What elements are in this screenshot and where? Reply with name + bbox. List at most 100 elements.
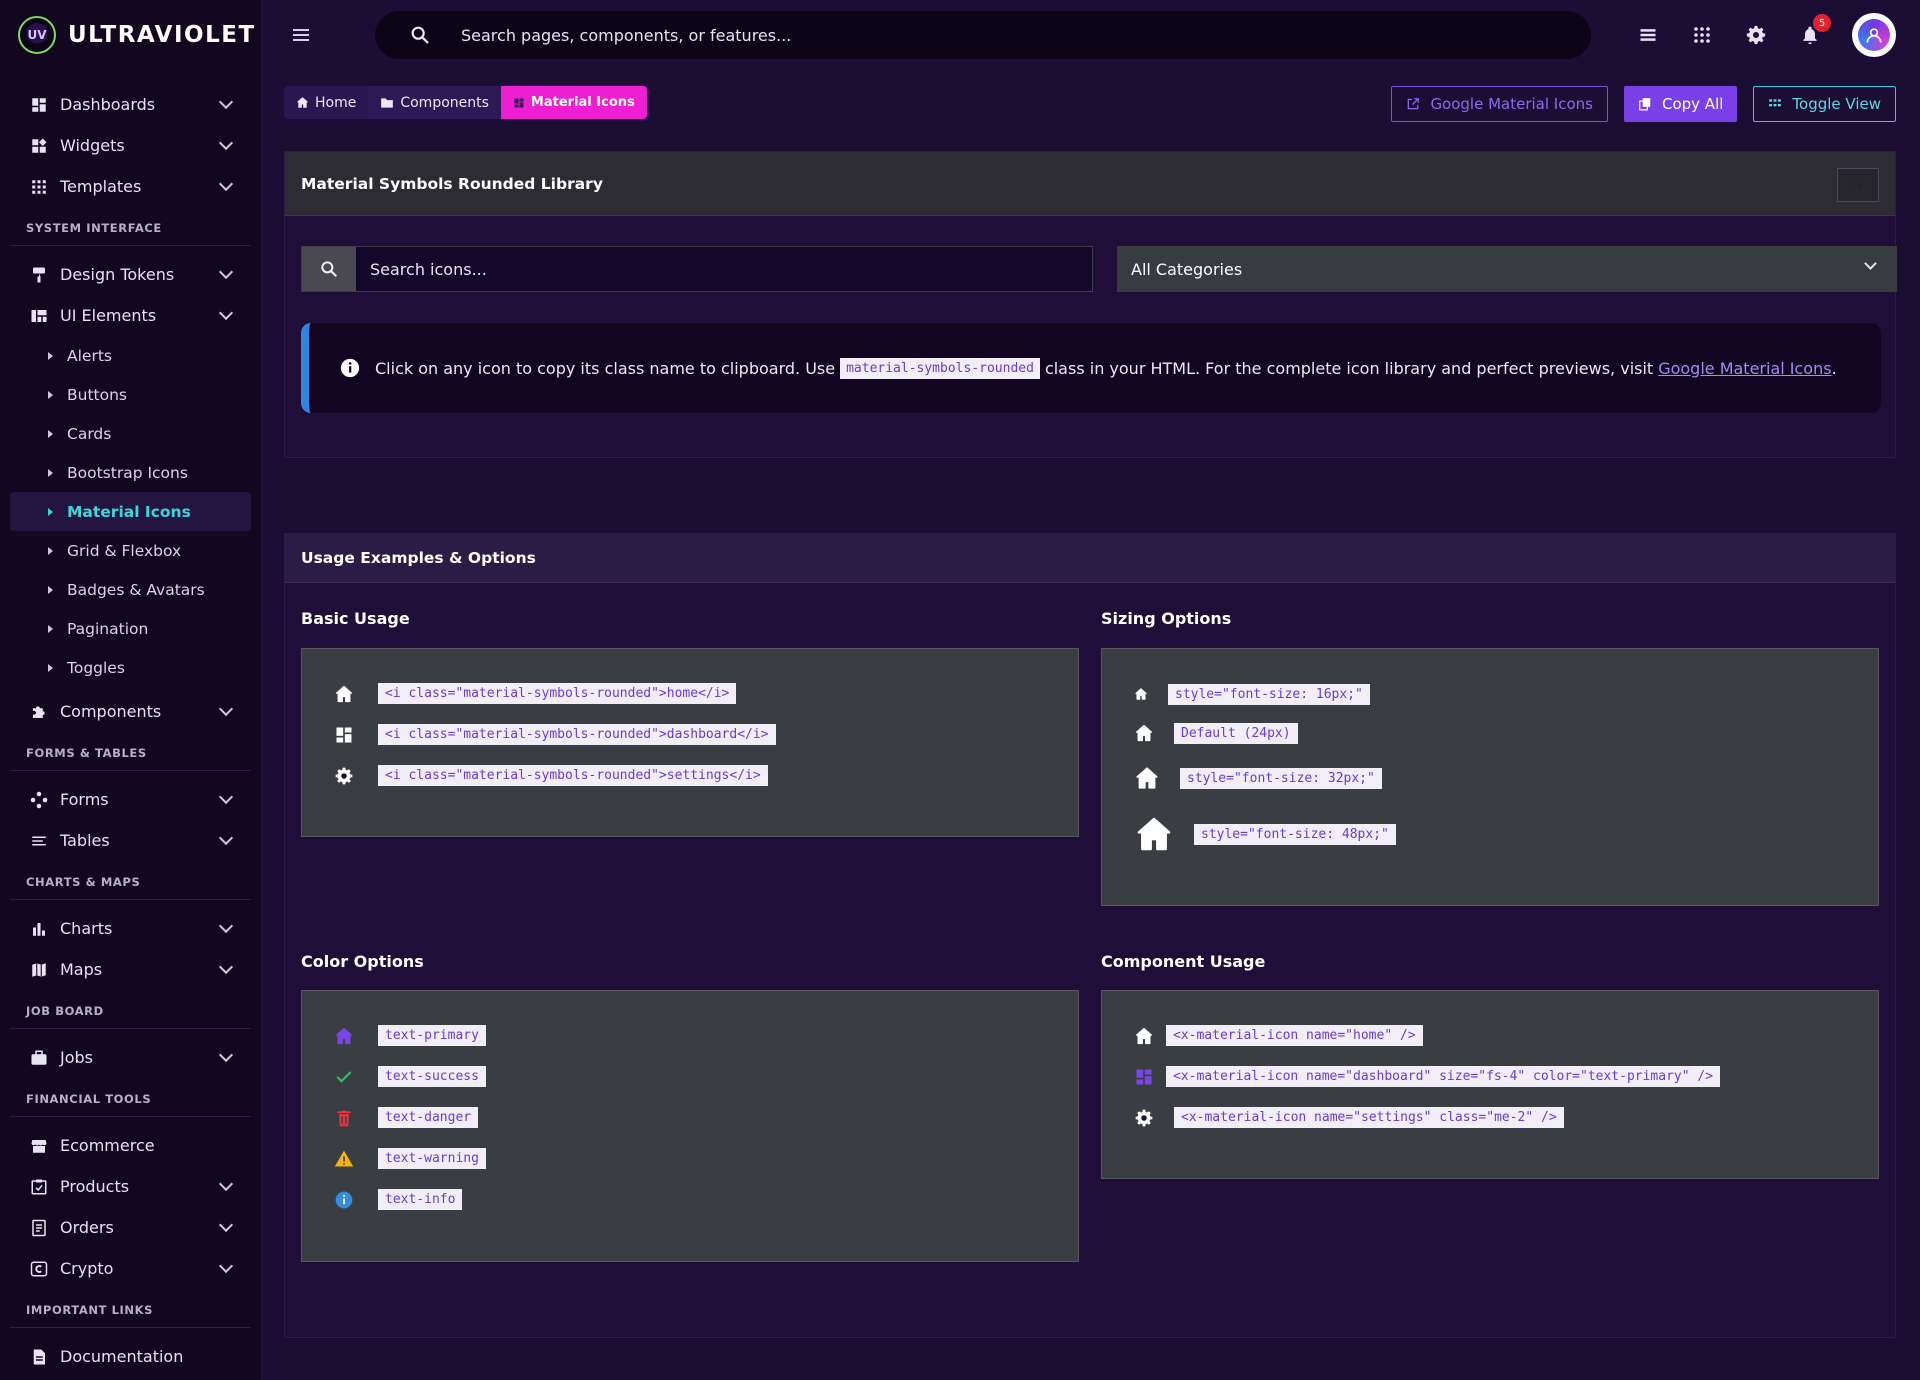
category-select[interactable]: All Categories: [1117, 246, 1897, 292]
copy-all-button[interactable]: Copy All: [1623, 86, 1738, 122]
caret-right-icon: [48, 546, 53, 555]
home-icon: [1134, 1026, 1154, 1046]
sidebar-item-label: Charts: [60, 919, 113, 938]
section-system-interface: SYSTEM INTERFACE: [10, 207, 251, 246]
color-row-info[interactable]: text-info: [334, 1189, 463, 1210]
sizing-row-16[interactable]: style="font-size: 16px;": [1134, 681, 1370, 707]
sidebar-item-forms[interactable]: Forms: [10, 779, 251, 820]
sidebar-item-ecommerce[interactable]: Ecommerce: [10, 1125, 251, 1166]
sidebar-sub-pagination[interactable]: Pagination: [10, 609, 251, 648]
caret-right-icon: [48, 507, 53, 516]
sizing-row-48[interactable]: style="font-size: 48px;": [1134, 812, 1396, 856]
sidebar-sub-bootstrap-icons[interactable]: Bootstrap Icons: [10, 453, 251, 492]
section-forms-tables: FORMS & TABLES: [10, 732, 251, 771]
sidebar-item-components[interactable]: Components: [10, 691, 251, 732]
notifications-icon[interactable]: 5: [1798, 14, 1831, 47]
section-job-board: JOB BOARD: [10, 990, 251, 1029]
icon-library-card: Material Symbols Rounded Library Search …: [284, 151, 1897, 458]
caret-right-icon: [48, 429, 53, 438]
sidebar-item-templates[interactable]: Templates: [10, 166, 251, 207]
grid-view-icon: [1769, 99, 1782, 107]
sidebar-item-ui-elements[interactable]: UI Elements: [10, 295, 251, 336]
color-row-primary[interactable]: text-primary: [334, 1025, 486, 1046]
sidebar-item-crypto[interactable]: Crypto: [10, 1248, 251, 1289]
format-paint-icon: [28, 264, 50, 286]
sidebar-sub-material-icons[interactable]: Material Icons: [10, 492, 251, 531]
basic-usage-title: Basic Usage: [301, 609, 410, 628]
sidebar-item-dashboards[interactable]: Dashboards: [10, 84, 251, 125]
apps-icon[interactable]: [1690, 23, 1714, 47]
icon-search-button[interactable]: [302, 247, 356, 291]
sidebar-sub-toggles[interactable]: Toggles: [10, 648, 251, 687]
google-material-icons-button[interactable]: Google Material Icons: [1391, 86, 1608, 122]
sidebar-item-label: Components: [60, 702, 162, 721]
alert-code: material-symbols-rounded: [840, 357, 1040, 379]
color-row-success[interactable]: text-success: [334, 1066, 486, 1087]
sidebar-item-orders[interactable]: Orders: [10, 1207, 251, 1248]
sidebar-sub-alerts[interactable]: Alerts: [10, 336, 251, 375]
color-row-warning[interactable]: text-warning: [334, 1148, 486, 1169]
sidebar-item-label: Crypto: [60, 1259, 114, 1278]
component-usage-panel: <x-material-icon name="home" /> <x-mater…: [1101, 990, 1879, 1179]
home-icon: [334, 684, 354, 704]
menu-toggle-button[interactable]: [293, 20, 323, 50]
component-row-dashboard[interactable]: <x-material-icon name="dashboard" size="…: [1134, 1066, 1721, 1087]
copy-all-label: Copy All: [1661, 95, 1724, 113]
topbar: Search pages, components, or features...…: [263, 0, 1920, 70]
chevron-down-icon: [218, 701, 234, 717]
sidebar-sub-label: Buttons: [67, 385, 127, 404]
basic-row-dashboard[interactable]: <i class="material-symbols-rounded">dash…: [334, 724, 776, 745]
sidebar-item-label: UI Elements: [60, 306, 157, 325]
code-snippet: text-success: [378, 1066, 486, 1087]
google-material-icons-link[interactable]: Google Material Icons: [1658, 359, 1831, 378]
icon-library-title: Material Symbols Rounded Library: [301, 174, 603, 193]
storefront-icon: [28, 1135, 50, 1157]
notification-badge: 5: [1813, 14, 1831, 32]
layout-icon[interactable]: [1636, 23, 1660, 47]
code-snippet: <x-material-icon name="dashboard" size="…: [1166, 1066, 1721, 1087]
sidebar-item-products[interactable]: Products: [10, 1166, 251, 1207]
basic-row-settings[interactable]: <i class="material-symbols-rounded">sett…: [334, 765, 768, 786]
sidebar-sub-badges-avatars[interactable]: Badges & Avatars: [10, 570, 251, 609]
sidebar-sub-label: Cards: [67, 424, 112, 443]
settings-icon[interactable]: [1744, 23, 1768, 47]
code-snippet: style="font-size: 48px;": [1194, 823, 1396, 845]
caret-right-icon: [48, 585, 53, 594]
sizing-row-24[interactable]: Default (24px): [1134, 719, 1298, 747]
search-icon: [319, 259, 339, 279]
sidebar-item-label: Forms: [60, 790, 109, 809]
sidebar-item-charts[interactable]: Charts: [10, 908, 251, 949]
component-row-home[interactable]: <x-material-icon name="home" />: [1134, 1025, 1423, 1046]
icon-search-input[interactable]: Search icons...: [356, 247, 1092, 291]
breadcrumb-home[interactable]: Home: [284, 86, 369, 119]
section-charts-maps: CHARTS & MAPS: [10, 861, 251, 900]
color-row-danger[interactable]: text-danger: [334, 1107, 479, 1128]
card-search-button[interactable]: [1837, 168, 1879, 202]
code-snippet: style="font-size: 32px;": [1180, 767, 1382, 789]
sidebar-sub-cards[interactable]: Cards: [10, 414, 251, 453]
sidebar-item-documentation[interactable]: Documentation: [10, 1336, 251, 1377]
home-icon: [1134, 723, 1154, 743]
global-search[interactable]: Search pages, components, or features...: [375, 11, 1591, 59]
user-avatar[interactable]: [1852, 13, 1896, 57]
sidebar-sub-grid-flexbox[interactable]: Grid & Flexbox: [10, 531, 251, 570]
sidebar-sub-label: Material Icons: [67, 502, 191, 521]
sizing-row-32[interactable]: style="font-size: 32px;": [1134, 761, 1382, 795]
sidebar-item-widgets[interactable]: Widgets: [10, 125, 251, 166]
warning-icon: [334, 1150, 354, 1166]
basic-row-home[interactable]: <i class="material-symbols-rounded">home…: [334, 683, 737, 704]
toggle-view-button[interactable]: Toggle View: [1753, 86, 1896, 122]
sidebar-item-maps[interactable]: Maps: [10, 949, 251, 990]
chevron-down-icon: [1864, 257, 1877, 270]
sidebar-sub-buttons[interactable]: Buttons: [10, 375, 251, 414]
usage-card: Usage Examples & Options Basic Usage <i …: [284, 533, 1896, 1338]
sidebar-item-design-tokens[interactable]: Design Tokens: [10, 254, 251, 295]
breadcrumb-components[interactable]: Components: [368, 86, 501, 119]
brand[interactable]: UV ULTRAVIOLET: [0, 0, 261, 70]
home-icon: [1134, 765, 1160, 791]
sidebar-item-label: Jobs: [60, 1048, 93, 1067]
chevron-down-icon: [218, 1258, 234, 1274]
component-row-settings[interactable]: <x-material-icon name="settings" class="…: [1134, 1107, 1564, 1128]
sidebar-item-tables[interactable]: Tables: [10, 820, 251, 861]
sidebar-item-jobs[interactable]: Jobs: [10, 1037, 251, 1078]
